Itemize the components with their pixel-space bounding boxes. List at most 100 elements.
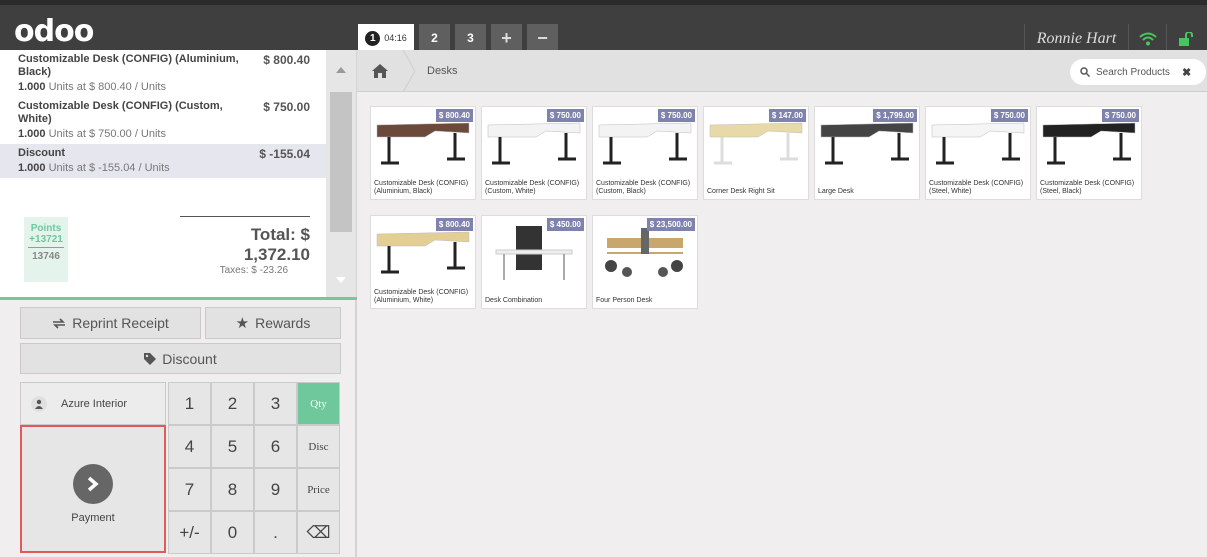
numpad-key-3[interactable]: 3	[254, 382, 297, 425]
orderline[interactable]: Customizable Desk (CONFIG) (Custom, Whit…	[0, 97, 326, 144]
add-order-button[interactable]: +	[491, 24, 522, 52]
orderline-info: 1.000 Units at $ 800.40 / Units	[18, 81, 166, 93]
order-scrollbar[interactable]	[326, 50, 356, 297]
tag-icon	[144, 352, 157, 365]
product-name: Customizable Desk (CONFIG) (Custom, Whit…	[485, 180, 580, 195]
orderline-price: $ 800.40	[263, 53, 310, 67]
product-image	[598, 122, 692, 165]
product-name: Four Person Desk	[596, 297, 653, 304]
points-won: +13721	[29, 234, 63, 245]
numpad-key-dot[interactable]: .	[254, 511, 297, 554]
product-price-tag: $ 1,799.00	[873, 109, 917, 122]
product-image	[605, 228, 683, 277]
product-price-tag: $ 750.00	[657, 109, 695, 122]
remove-order-button[interactable]: −	[527, 24, 558, 52]
user-icon	[31, 395, 47, 412]
product-name: Customizable Desk (CONFIG) (Aluminium, W…	[374, 289, 469, 304]
loyalty-points: Points +13721 13746	[24, 217, 68, 282]
numpad-key-9[interactable]: 9	[254, 468, 297, 511]
mode-qty-button[interactable]: Qty	[297, 382, 340, 425]
product-price-tag: $ 147.00	[768, 109, 806, 122]
orderline-price: $ -155.04	[259, 147, 310, 161]
breadcrumb-separator	[402, 50, 416, 92]
order-tabs: 1 04:16 2 3 + −	[358, 24, 558, 52]
customer-name: Azure Interior	[61, 397, 128, 410]
product-name: Customizable Desk (CONFIG) (Aluminium, B…	[374, 180, 469, 195]
orderline-name: Customizable Desk (CONFIG) (Aluminium, B…	[18, 53, 239, 78]
search-placeholder: Search Products	[1096, 66, 1170, 78]
left-pane: Customizable Desk (CONFIG) (Aluminium, B…	[0, 50, 357, 557]
order-tab-time: 04:16	[384, 33, 407, 43]
product-image	[376, 231, 470, 274]
search-input[interactable]: Search Products ✖	[1070, 59, 1206, 85]
home-icon[interactable]	[357, 50, 403, 92]
orderline-price: $ 750.00	[263, 100, 310, 114]
numpad-key-plusminus[interactable]: +/-	[168, 511, 211, 554]
product-card[interactable]: $ 750.00 Customizable Desk (CONFIG) (Stee…	[925, 106, 1031, 200]
breadcrumb-category[interactable]: Desks	[427, 50, 458, 92]
orderline-selected[interactable]: Discount $ -155.04 1.000 Units at $ -155…	[0, 144, 326, 178]
orderline-name: Customizable Desk (CONFIG) (Custom, Whit…	[18, 100, 223, 125]
product-image	[376, 122, 470, 165]
numpad-key-2[interactable]: 2	[211, 382, 254, 425]
orderline-info: 1.000 Units at $ -155.04 / Units	[18, 162, 170, 174]
product-price-tag: $ 23,500.00	[646, 218, 695, 231]
products-pane: Desks Search Products ✖ $ 800.40 Customiz…	[357, 50, 1207, 557]
mode-price-button[interactable]: Price	[297, 468, 340, 511]
product-name: Customizable Desk (CONFIG) (Steel, Black…	[1040, 180, 1135, 195]
product-name: Customizable Desk (CONFIG) (Steel, White…	[929, 180, 1024, 195]
product-name: Customizable Desk (CONFIG) (Custom, Blac…	[596, 180, 691, 195]
product-image	[709, 122, 803, 165]
reprint-receipt-button[interactable]: Reprint Receipt	[20, 307, 201, 339]
numpad-key-0[interactable]: 0	[211, 511, 254, 554]
product-card[interactable]: $ 750.00 Customizable Desk (CONFIG) (Stee…	[1036, 106, 1142, 200]
product-card[interactable]: $ 800.40 Customizable Desk (CONFIG) (Alum…	[370, 106, 476, 200]
product-price-tag: $ 800.40	[435, 218, 473, 231]
points-label: Points	[30, 223, 62, 234]
product-card[interactable]: $ 750.00 Customizable Desk (CONFIG) (Cust…	[481, 106, 587, 200]
order-tab-1[interactable]: 1 04:16	[358, 24, 414, 52]
scroll-thumb[interactable]	[330, 92, 352, 232]
product-price-tag: $ 800.40	[435, 109, 473, 122]
backspace-icon[interactable]: ⌫	[297, 511, 340, 554]
scroll-down-icon[interactable]	[326, 265, 356, 295]
product-image	[487, 122, 581, 165]
payment-button[interactable]: Payment	[20, 425, 166, 553]
product-card[interactable]: $ 147.00 Corner Desk Right Sit	[703, 106, 809, 200]
numpad-key-7[interactable]: 7	[168, 468, 211, 511]
clear-search-icon[interactable]: ✖	[1182, 66, 1191, 79]
numpad-key-5[interactable]: 5	[211, 425, 254, 468]
scroll-up-icon[interactable]	[326, 50, 356, 90]
product-name: Desk Combination	[485, 297, 543, 304]
numpad-key-8[interactable]: 8	[211, 468, 254, 511]
product-price-tag: $ 750.00	[990, 109, 1028, 122]
orderline-info: 1.000 Units at $ 750.00 / Units	[18, 128, 166, 140]
orderline[interactable]: Customizable Desk (CONFIG) (Aluminium, B…	[0, 50, 326, 97]
rewards-button[interactable]: ★ Rewards	[205, 307, 341, 339]
numpad-area: Azure Interior Payment 1 2 3 Qty 4 5 6 D…	[20, 382, 342, 554]
product-image	[820, 122, 914, 165]
product-card[interactable]: $ 1,799.00 Large Desk	[814, 106, 920, 200]
order-taxes: Taxes: $ -23.26	[219, 265, 288, 276]
order-tab-number: 1	[365, 30, 381, 46]
product-price-tag: $ 750.00	[1101, 109, 1139, 122]
numpad-key-6[interactable]: 6	[254, 425, 297, 468]
product-card[interactable]: $ 800.40 Customizable Desk (CONFIG) (Alum…	[370, 215, 476, 309]
product-card[interactable]: $ 23,500.00 Four Person Desk	[592, 215, 698, 309]
order-summary: Customizable Desk (CONFIG) (Aluminium, B…	[0, 50, 326, 297]
order-tab-3[interactable]: 3	[455, 24, 486, 52]
mode-disc-button[interactable]: Disc	[297, 425, 340, 468]
product-price-tag: $ 450.00	[546, 218, 584, 231]
product-image	[495, 226, 573, 280]
product-card[interactable]: $ 750.00 Customizable Desk (CONFIG) (Cust…	[592, 106, 698, 200]
discount-button[interactable]: Discount	[20, 343, 341, 374]
numpad-key-1[interactable]: 1	[168, 382, 211, 425]
product-image	[1042, 122, 1136, 165]
numpad-key-4[interactable]: 4	[168, 425, 211, 468]
order-tab-2[interactable]: 2	[419, 24, 450, 52]
customer-button[interactable]: Azure Interior	[20, 382, 166, 425]
odoo-logo: odoo	[14, 14, 94, 49]
product-card[interactable]: $ 450.00 Desk Combination	[481, 215, 587, 309]
product-image	[931, 122, 1025, 165]
orderline-name: Discount	[18, 147, 66, 159]
